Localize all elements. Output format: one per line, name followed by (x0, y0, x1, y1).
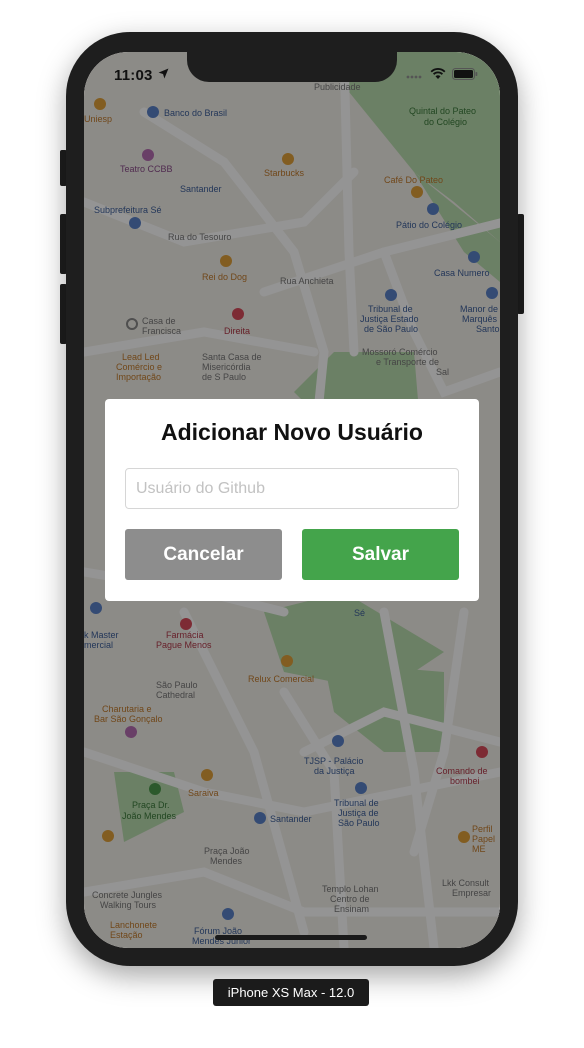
power-button (517, 214, 524, 314)
home-indicator (215, 935, 367, 940)
status-indicators (406, 68, 478, 80)
location-arrow-icon (158, 68, 169, 79)
status-time: 11:03 (114, 67, 153, 84)
signal-icon (406, 75, 422, 79)
notch (187, 52, 397, 82)
simulator-device-label: iPhone XS Max - 12.0 (213, 979, 369, 1006)
save-button[interactable]: Salvar (302, 529, 459, 580)
battery-icon (452, 68, 478, 80)
github-username-input[interactable] (125, 468, 459, 509)
wifi-icon (430, 68, 446, 79)
add-user-dialog: Adicionar Novo Usuário Cancelar Salvar (105, 399, 479, 601)
dialog-title: Adicionar Novo Usuário (161, 419, 423, 445)
cancel-button[interactable]: Cancelar (125, 529, 282, 580)
